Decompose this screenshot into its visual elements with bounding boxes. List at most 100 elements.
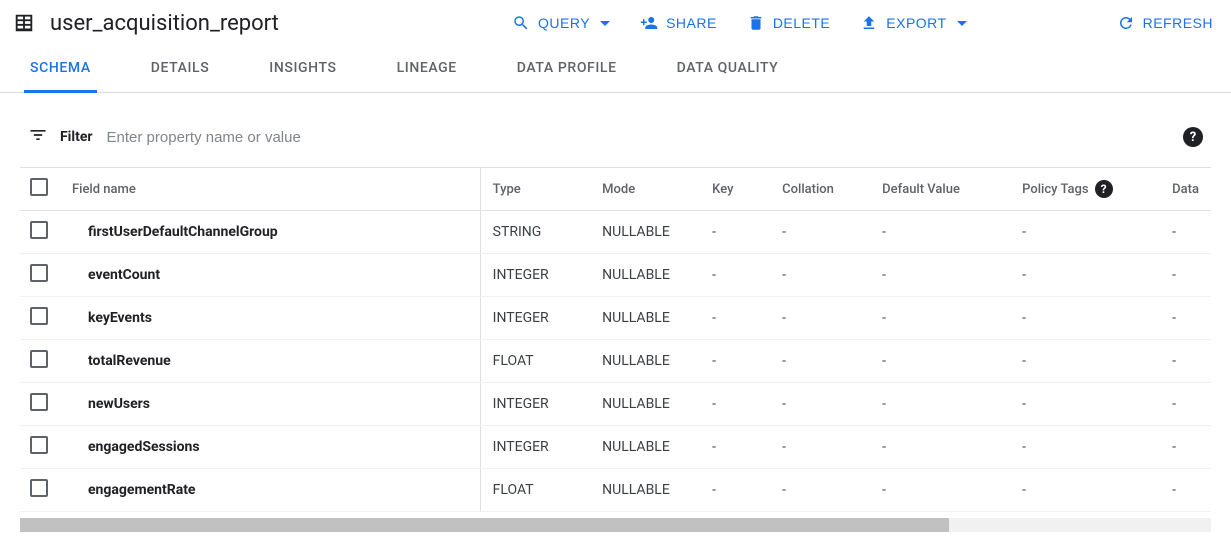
tab-data-quality[interactable]: DATA QUALITY bbox=[671, 46, 785, 93]
schema-content: Filter ? Field name Type Mode Key Collat… bbox=[0, 93, 1231, 532]
table-icon bbox=[12, 11, 36, 35]
dropdown-arrow-icon bbox=[957, 21, 967, 26]
cell-key: - bbox=[700, 469, 770, 512]
cell-key: - bbox=[700, 383, 770, 426]
cell-policy-tags: - bbox=[1010, 340, 1160, 383]
cell-collation: - bbox=[770, 254, 870, 297]
cell-field-name: engagementRate bbox=[60, 469, 480, 512]
cell-field-name: keyEvents bbox=[60, 297, 480, 340]
refresh-button[interactable]: REFRESH bbox=[1115, 10, 1215, 36]
row-checkbox[interactable] bbox=[30, 221, 48, 239]
tab-details[interactable]: DETAILS bbox=[145, 46, 216, 93]
cell-default-value: - bbox=[870, 426, 1010, 469]
cell-collation: - bbox=[770, 426, 870, 469]
table-row: firstUserDefaultChannelGroupSTRINGNULLAB… bbox=[20, 211, 1211, 254]
filter-bar: Filter ? bbox=[20, 117, 1211, 167]
cell-type: INTEGER bbox=[480, 383, 590, 426]
col-header-policy-tags[interactable]: Policy Tags ? bbox=[1010, 168, 1160, 211]
cell-type: INTEGER bbox=[480, 254, 590, 297]
delete-label: DELETE bbox=[773, 15, 830, 31]
col-header-collation[interactable]: Collation bbox=[770, 168, 870, 211]
cell-policy-tags: - bbox=[1010, 469, 1160, 512]
cell-data: - bbox=[1160, 297, 1211, 340]
share-button[interactable]: SHARE bbox=[638, 10, 719, 36]
row-checkbox[interactable] bbox=[30, 393, 48, 411]
cell-mode: NULLABLE bbox=[590, 297, 700, 340]
cell-type: FLOAT bbox=[480, 340, 590, 383]
cell-data: - bbox=[1160, 340, 1211, 383]
select-all-checkbox[interactable] bbox=[30, 178, 48, 196]
export-label: EXPORT bbox=[886, 15, 946, 31]
cell-default-value: - bbox=[870, 469, 1010, 512]
cell-default-value: - bbox=[870, 297, 1010, 340]
filter-input[interactable] bbox=[105, 128, 1171, 147]
dropdown-arrow-icon bbox=[600, 21, 610, 26]
row-checkbox[interactable] bbox=[30, 264, 48, 282]
col-header-mode[interactable]: Mode bbox=[590, 168, 700, 211]
export-button[interactable]: EXPORT bbox=[858, 10, 968, 36]
cell-type: FLOAT bbox=[480, 469, 590, 512]
help-icon[interactable]: ? bbox=[1095, 180, 1113, 198]
query-label: QUERY bbox=[538, 15, 590, 31]
header-actions: QUERY SHARE DELETE EXPORT REFRESH bbox=[510, 10, 1215, 36]
page-header: user_acquisition_report QUERY SHARE DELE… bbox=[0, 0, 1231, 46]
cell-mode: NULLABLE bbox=[590, 254, 700, 297]
delete-button[interactable]: DELETE bbox=[745, 10, 832, 36]
cell-policy-tags: - bbox=[1010, 254, 1160, 297]
tab-insights[interactable]: INSIGHTS bbox=[263, 46, 342, 93]
cell-mode: NULLABLE bbox=[590, 211, 700, 254]
row-checkbox[interactable] bbox=[30, 436, 48, 454]
help-icon[interactable]: ? bbox=[1183, 127, 1203, 147]
col-header-key[interactable]: Key bbox=[700, 168, 770, 211]
cell-data: - bbox=[1160, 211, 1211, 254]
cell-data: - bbox=[1160, 469, 1211, 512]
table-header-row: Field name Type Mode Key Collation Defau… bbox=[20, 168, 1211, 211]
cell-policy-tags: - bbox=[1010, 426, 1160, 469]
tabs-bar: SCHEMA DETAILS INSIGHTS LINEAGE DATA PRO… bbox=[0, 46, 1231, 93]
cell-field-name: newUsers bbox=[60, 383, 480, 426]
cell-mode: NULLABLE bbox=[590, 426, 700, 469]
col-header-default-value[interactable]: Default Value bbox=[870, 168, 1010, 211]
scrollbar-thumb[interactable] bbox=[20, 518, 949, 532]
person-add-icon bbox=[640, 14, 658, 32]
cell-key: - bbox=[700, 254, 770, 297]
filter-label: Filter bbox=[60, 129, 93, 145]
table-row: engagementRateFLOATNULLABLE----- bbox=[20, 469, 1211, 512]
cell-mode: NULLABLE bbox=[590, 469, 700, 512]
cell-policy-tags: - bbox=[1010, 297, 1160, 340]
schema-table: Field name Type Mode Key Collation Defau… bbox=[20, 167, 1211, 512]
horizontal-scrollbar[interactable] bbox=[20, 518, 1211, 532]
cell-collation: - bbox=[770, 211, 870, 254]
cell-data: - bbox=[1160, 426, 1211, 469]
cell-data: - bbox=[1160, 254, 1211, 297]
cell-policy-tags: - bbox=[1010, 383, 1160, 426]
cell-type: INTEGER bbox=[480, 426, 590, 469]
cell-data: - bbox=[1160, 383, 1211, 426]
cell-policy-tags: - bbox=[1010, 211, 1160, 254]
cell-mode: NULLABLE bbox=[590, 383, 700, 426]
cell-default-value: - bbox=[870, 340, 1010, 383]
refresh-icon bbox=[1117, 14, 1135, 32]
query-button[interactable]: QUERY bbox=[510, 10, 612, 36]
cell-type: STRING bbox=[480, 211, 590, 254]
cell-default-value: - bbox=[870, 383, 1010, 426]
row-checkbox[interactable] bbox=[30, 350, 48, 368]
cell-field-name: firstUserDefaultChannelGroup bbox=[60, 211, 480, 254]
cell-field-name: eventCount bbox=[60, 254, 480, 297]
cell-key: - bbox=[700, 211, 770, 254]
table-row: totalRevenueFLOATNULLABLE----- bbox=[20, 340, 1211, 383]
cell-default-value: - bbox=[870, 211, 1010, 254]
table-row: engagedSessionsINTEGERNULLABLE----- bbox=[20, 426, 1211, 469]
col-header-type[interactable]: Type bbox=[480, 168, 590, 211]
cell-mode: NULLABLE bbox=[590, 340, 700, 383]
table-title: user_acquisition_report bbox=[50, 11, 279, 36]
col-header-data[interactable]: Data bbox=[1160, 168, 1211, 211]
col-header-field-name[interactable]: Field name bbox=[60, 168, 480, 211]
row-checkbox[interactable] bbox=[30, 307, 48, 325]
cell-collation: - bbox=[770, 340, 870, 383]
row-checkbox[interactable] bbox=[30, 479, 48, 497]
tab-lineage[interactable]: LINEAGE bbox=[391, 46, 463, 93]
tab-schema[interactable]: SCHEMA bbox=[24, 46, 97, 93]
tab-data-profile[interactable]: DATA PROFILE bbox=[511, 46, 623, 93]
filter-icon bbox=[28, 125, 48, 149]
